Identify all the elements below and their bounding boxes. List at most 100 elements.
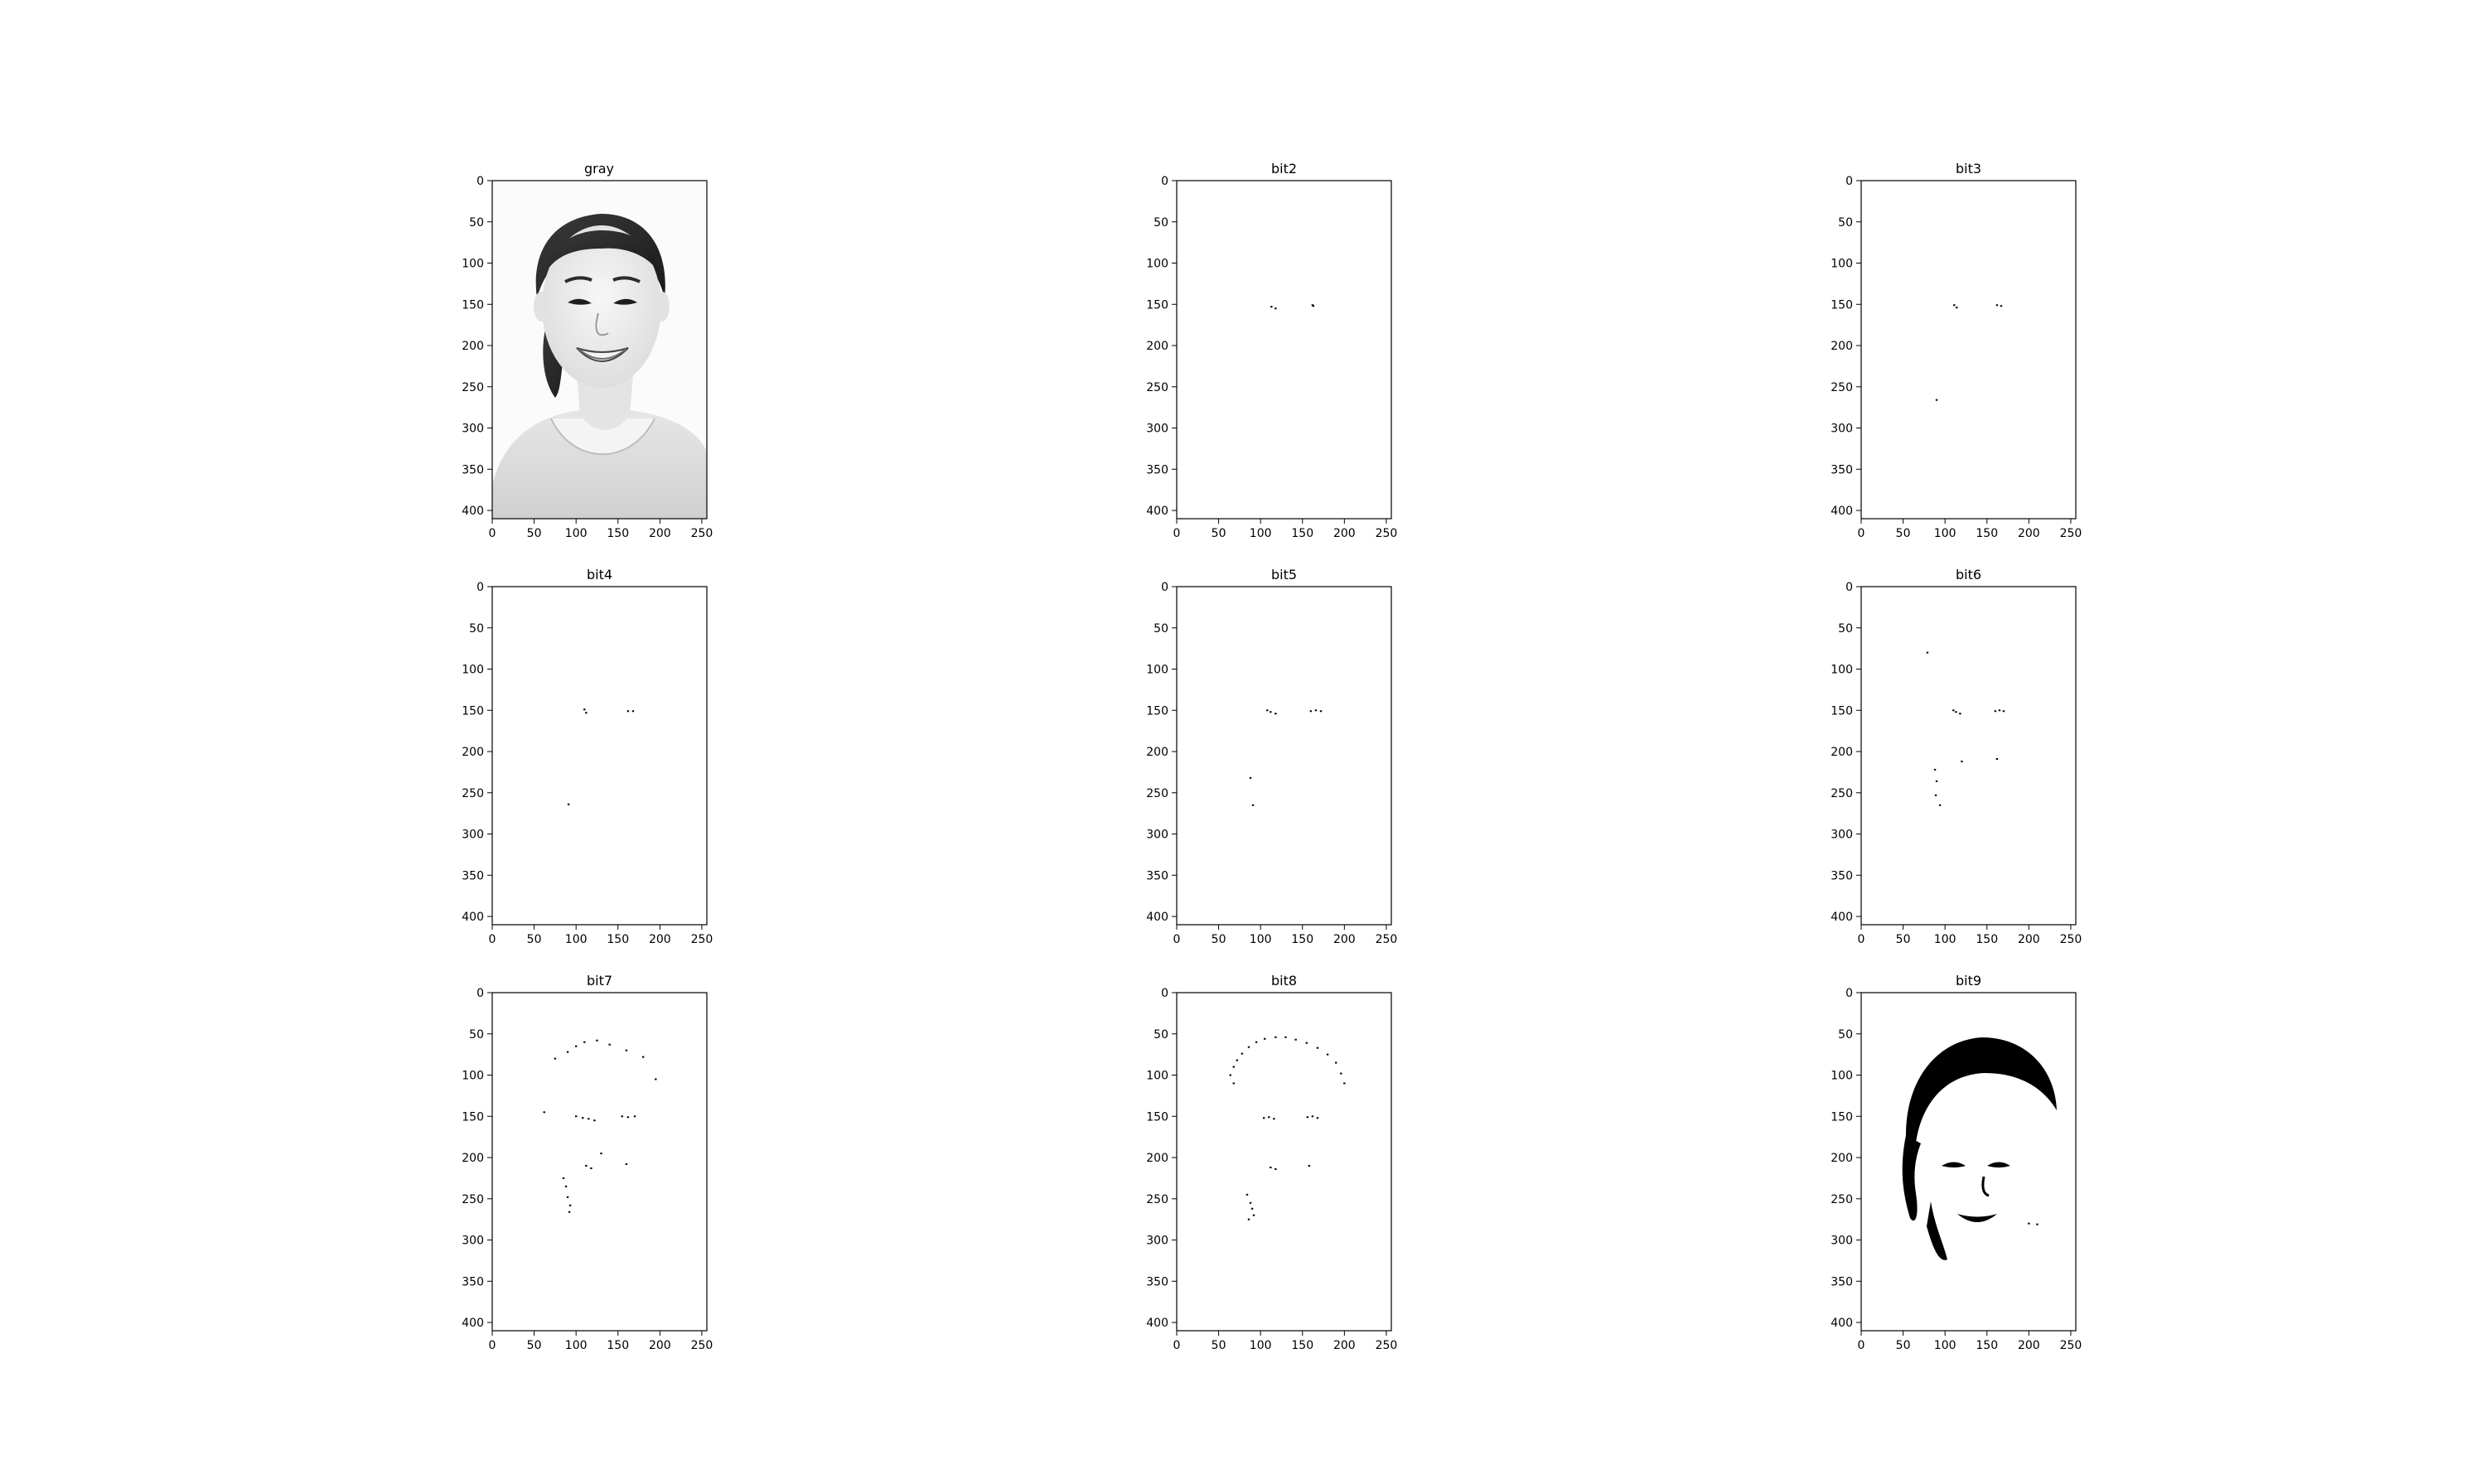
x-tick-label: 100 [1250, 527, 1272, 540]
bitplane-pixel-mark [567, 803, 570, 805]
plot-title-bit7: bit7 [587, 973, 612, 989]
x-tick-label: 250 [691, 933, 713, 946]
bitplane-pixel-mark [1247, 1046, 1250, 1048]
bitplane-pixel-mark [1274, 307, 1277, 310]
x-tick-label: 150 [1976, 1339, 1998, 1352]
x-tick-label: 200 [1333, 1339, 1356, 1352]
bitplane-pixel-mark [626, 710, 630, 713]
x-tick-label: 250 [1376, 933, 1398, 946]
bitplane-pixel-mark [1926, 651, 1929, 654]
bitplane-pixel-mark [1955, 711, 1957, 713]
bitplane-pixel-mark [1995, 757, 1999, 760]
plot-title-bit6: bit6 [1956, 567, 1981, 582]
plot-title-bit3: bit3 [1956, 161, 1981, 176]
bitplane-pixel-mark [1959, 713, 1961, 715]
plot-title-bit4: bit4 [587, 567, 612, 582]
bitplane-pixel-mark [564, 1185, 568, 1187]
bitplane-pixel-mark [1266, 709, 1269, 712]
y-tick-label: 350 [462, 1275, 484, 1288]
bitplane-pixel-mark [625, 1163, 628, 1165]
bitplane-pixel-mark [568, 1204, 572, 1206]
bitplane-pixel-mark [1305, 1042, 1308, 1044]
plot-title-bit5: bit5 [1271, 567, 1297, 582]
x-tick-label: 0 [489, 1339, 496, 1352]
bitplane-pixel-mark [1952, 709, 1955, 712]
bitplane-pixel-mark [608, 1043, 611, 1046]
bitplane-pixel-mark [1274, 1167, 1277, 1170]
bitplane-pixel-mark [626, 1116, 630, 1119]
bitplane-pixel-mark [1994, 710, 1997, 713]
y-tick-label: 400 [1831, 505, 1853, 518]
y-tick-label: 350 [1146, 1275, 1168, 1288]
x-tick-label: 50 [1212, 1339, 1226, 1352]
bitplane-pixel-mark [1995, 304, 1999, 307]
y-tick-label: 200 [1831, 340, 1853, 353]
y-tick-label: 300 [462, 423, 484, 436]
y-tick-label: 100 [1146, 1070, 1168, 1083]
y-tick-label: 350 [1146, 463, 1168, 476]
y-tick-label: 150 [1831, 704, 1853, 718]
y-tick-label: 400 [462, 911, 484, 924]
x-tick-label: 50 [1896, 1339, 1911, 1352]
bitplane-pixel-mark [568, 1211, 571, 1213]
x-tick-label: 50 [1896, 933, 1911, 946]
bitplane-pixel-mark [2028, 1222, 2030, 1225]
y-tick-label: 300 [1146, 1235, 1168, 1248]
x-tick-label: 100 [1250, 933, 1272, 946]
y-tick-label: 50 [1154, 216, 1168, 230]
y-tick-label: 150 [462, 704, 484, 718]
x-tick-label: 150 [1291, 527, 1313, 540]
bitplane-pixel-mark [1250, 1207, 1254, 1210]
y-tick-label: 350 [1831, 869, 1853, 882]
bitplane-pixel-mark [1232, 1066, 1235, 1068]
bitplane-pixel-mark [621, 1115, 624, 1118]
bitplane-pixel-mark [1998, 709, 2001, 712]
x-tick-label: 200 [2018, 1339, 2040, 1352]
y-tick-label: 100 [1146, 664, 1168, 677]
x-tick-label: 250 [2060, 933, 2082, 946]
gray-portrait-image [492, 181, 707, 519]
y-tick-label: 250 [1831, 1193, 1853, 1206]
plot-bit8: bit8 0 50 100 150 200 250 0 50 100 150 200 250 300 350… [1146, 973, 1397, 1352]
x-tick-label: 250 [2060, 1339, 2082, 1352]
y-tick-label: 0 [476, 581, 484, 594]
x-tick-label: 250 [691, 1339, 713, 1352]
y-tick-label: 50 [1838, 216, 1853, 230]
bitplane-pixel-mark [1252, 1214, 1255, 1216]
plot-title-bit2: bit2 [1271, 161, 1297, 176]
x-tick-label: 100 [565, 1339, 588, 1352]
plot-bit5: bit5 0 50 100 150 200 250 0 50 100 150 200 250 300 350… [1146, 567, 1397, 946]
y-tick-label: 200 [1831, 746, 1853, 759]
x-tick-label: 150 [1291, 933, 1313, 946]
bitplane-pixel-mark [1270, 1166, 1272, 1168]
figure: gray 0 50 100 150 200 250050100150200250… [462, 161, 2082, 1352]
bitplane-pixel-mark [1335, 1061, 1337, 1064]
y-tick-label: 0 [476, 175, 484, 188]
x-tick-label: 50 [1212, 527, 1226, 540]
plot-bit6: bit6 0 50 100 150 200 250 0 50 100 150 200 250 300 350… [1831, 567, 2082, 946]
x-tick-label: 100 [1250, 1339, 1272, 1352]
bitplane-pixel-mark [1319, 710, 1323, 713]
x-tick-label: 100 [565, 527, 588, 540]
plot-gray: gray 0 50 100 150 200 250050100150200250… [462, 161, 713, 540]
y-tick-label: 200 [1146, 1152, 1168, 1165]
bitplane-pixel-mark [1312, 305, 1315, 307]
bitplane-pixel-mark [566, 1051, 569, 1053]
bitplane-pixel-mark [585, 712, 588, 714]
bitplane-pixel-mark [655, 1078, 657, 1080]
bitplane-pixel-mark [1245, 1193, 1249, 1196]
x-tick-label: 0 [489, 527, 496, 540]
bitplane-pixel-mark [1263, 1117, 1265, 1119]
x-tick-label: 150 [1976, 933, 1998, 946]
y-tick-label: 0 [1161, 175, 1168, 188]
bitplane-pixel-mark [2036, 1223, 2039, 1225]
y-tick-label: 300 [462, 829, 484, 842]
x-tick-label: 200 [1333, 933, 1356, 946]
x-tick-label: 50 [527, 933, 542, 946]
y-tick-label: 150 [462, 298, 484, 312]
y-tick-label: 400 [462, 505, 484, 518]
x-tick-label: 150 [607, 933, 629, 946]
y-tick-label: 350 [1831, 463, 1853, 476]
x-tick-label: 100 [1934, 933, 1956, 946]
bitplane-pixel-mark [625, 1049, 628, 1051]
